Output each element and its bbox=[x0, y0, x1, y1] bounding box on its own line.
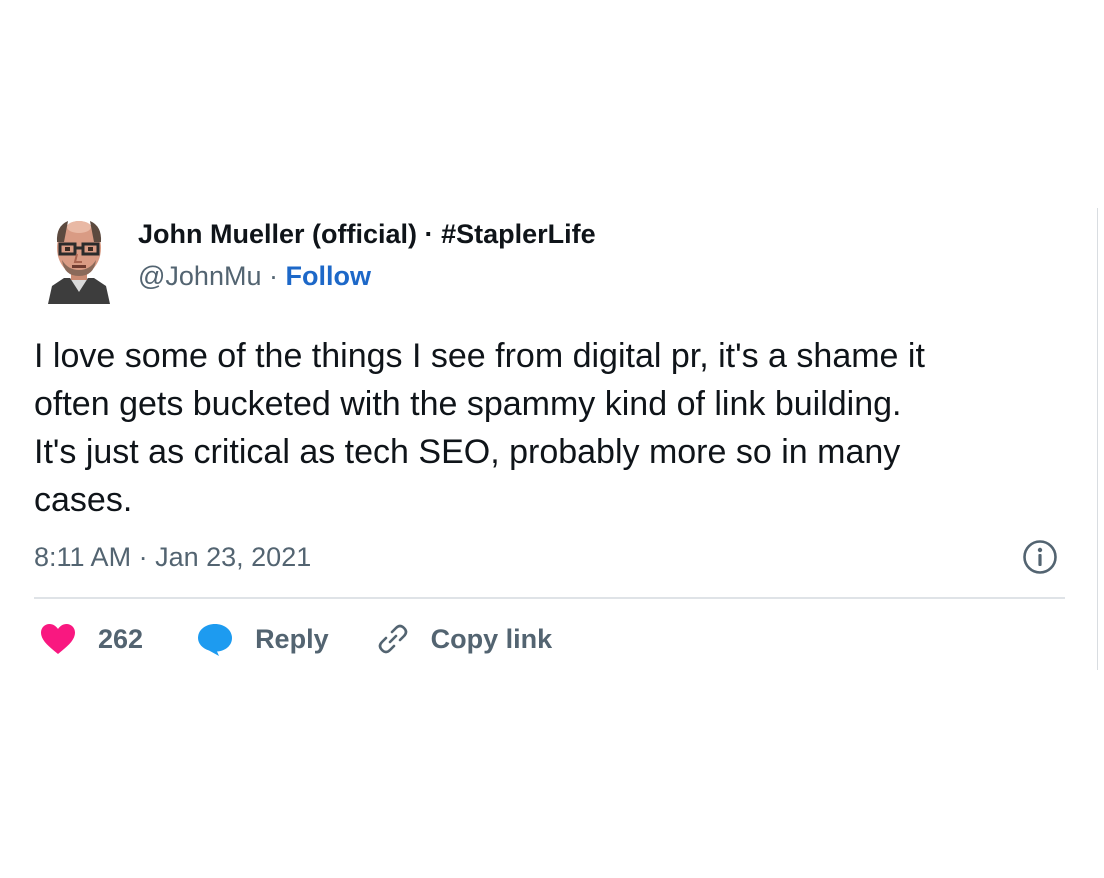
copy-link-button[interactable]: Copy link bbox=[375, 621, 553, 657]
tweet-text-line: cases. bbox=[34, 481, 133, 519]
link-icon bbox=[378, 624, 407, 654]
tweet-actions: 262 Reply Copy link bbox=[40, 618, 552, 660]
tweet-text: I love some of the things I see from dig… bbox=[34, 332, 1074, 524]
actions-divider bbox=[34, 597, 1065, 599]
author-name-line: John Mueller (official) · #StaplerLife bbox=[138, 215, 596, 253]
tweet-text-line: I love some of the things I see from dig… bbox=[34, 337, 925, 375]
author-handle[interactable]: @JohnMu bbox=[138, 261, 261, 291]
timestamp-separator: · bbox=[138, 542, 148, 572]
tweet-text-line: often gets bucketed with the spammy kind… bbox=[34, 385, 902, 423]
reply-label: Reply bbox=[255, 623, 329, 654]
reply-button[interactable]: Reply bbox=[197, 621, 329, 657]
handle-separator: · bbox=[268, 261, 278, 291]
copy-link-label: Copy link bbox=[430, 623, 553, 654]
tweet-card: John Mueller (official) · #StaplerLife @… bbox=[0, 0, 1104, 878]
tweet-timestamp[interactable]: 8:11 AM · Jan 23, 2021 bbox=[34, 538, 311, 576]
tweet-text-line: It's just as critical as tech SEO, proba… bbox=[34, 433, 901, 471]
card-edge-divider bbox=[1097, 208, 1098, 670]
follow-button[interactable]: Follow bbox=[286, 261, 371, 291]
tweet-time: 8:11 AM bbox=[34, 542, 132, 572]
heart-icon bbox=[41, 624, 75, 654]
tweet-date: Jan 23, 2021 bbox=[155, 542, 312, 572]
author-handle-line: @JohnMu · Follow bbox=[138, 257, 596, 295]
like-count: 262 bbox=[98, 623, 144, 654]
author-name[interactable]: John Mueller (official) bbox=[138, 219, 417, 249]
author-hashtag: #StaplerLife bbox=[441, 219, 596, 249]
tweet-header: John Mueller (official) · #StaplerLife @… bbox=[138, 215, 596, 295]
pixel-portrait-avatar-icon bbox=[48, 221, 110, 304]
info-icon[interactable] bbox=[1022, 539, 1058, 575]
avatar[interactable] bbox=[44, 212, 114, 304]
name-separator: · bbox=[424, 219, 434, 249]
speech-bubble-icon bbox=[198, 624, 233, 656]
like-button[interactable]: 262 bbox=[40, 623, 143, 655]
